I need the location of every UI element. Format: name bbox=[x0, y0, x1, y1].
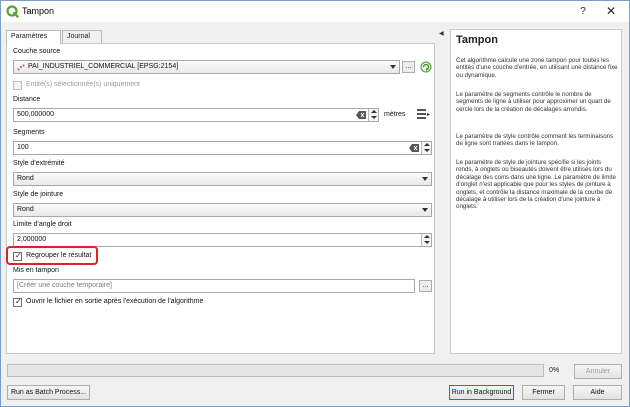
help-dialog-button[interactable]: Aide bbox=[573, 385, 622, 400]
end-cap-value: Rond bbox=[17, 175, 34, 182]
batch-process-button[interactable]: Run as Batch Process... bbox=[7, 385, 90, 400]
close-button[interactable]: Fermer bbox=[522, 385, 565, 400]
distance-value: 500,000000 bbox=[17, 111, 54, 118]
cancel-button[interactable]: Annuler bbox=[574, 364, 622, 379]
browse-output-button[interactable]: ... bbox=[419, 280, 432, 292]
distance-label: Distance bbox=[13, 96, 41, 103]
miter-limit-value: 2,000000 bbox=[17, 236, 47, 243]
join-style-combo[interactable]: Rond bbox=[13, 203, 432, 217]
qgis-logo-icon bbox=[6, 5, 19, 18]
tampon-dialog: Tampon ? ✕ Paramètres Journal ◀ Couche s… bbox=[0, 0, 630, 407]
help-button[interactable]: ? bbox=[575, 4, 591, 19]
segments-input[interactable]: 100 bbox=[13, 141, 432, 155]
distance-unit-label: mètres bbox=[384, 111, 406, 118]
segments-value: 100 bbox=[17, 144, 29, 151]
help-title: Tampon bbox=[456, 34, 498, 46]
chevron-down-icon bbox=[422, 177, 428, 181]
help-paragraph: Le paramètre de segments contrôle le nom… bbox=[456, 91, 611, 113]
data-defined-override-icon[interactable] bbox=[416, 108, 431, 121]
distance-spinner[interactable] bbox=[368, 109, 378, 121]
output-label: Mis en tampon bbox=[13, 267, 59, 274]
help-panel: Tampon Cet algorithme calcule une zone t… bbox=[450, 29, 622, 354]
parameters-panel: Couche source PAI_INDUSTRIEL_COMMERCIAL … bbox=[6, 43, 435, 354]
tab-parametres[interactable]: Paramètres bbox=[6, 30, 61, 44]
help-paragraph: Le paramètre de style de jointure spécif… bbox=[456, 159, 616, 211]
end-cap-combo[interactable]: Rond bbox=[13, 172, 432, 186]
progress-bar bbox=[7, 364, 544, 377]
progress-text: 0% bbox=[549, 367, 560, 374]
collapse-arrow-icon[interactable]: ◀ bbox=[439, 30, 444, 37]
help-paragraph: Le paramètre de style contrôle comment l… bbox=[456, 133, 614, 148]
browse-layer-button[interactable]: ... bbox=[402, 61, 415, 73]
help-paragraph: Cet algorithme calcule une zone tampon p… bbox=[456, 57, 618, 79]
open-after-checkbox[interactable]: ✓ bbox=[13, 297, 22, 307]
input-layer-label: Couche source bbox=[13, 48, 61, 55]
tab-journal[interactable]: Journal bbox=[62, 30, 102, 43]
clear-icon[interactable] bbox=[356, 111, 366, 119]
iterate-icon[interactable] bbox=[420, 61, 432, 73]
output-input[interactable]: [Créer une couche temporaire] bbox=[13, 279, 415, 293]
join-style-label: Style de jointure bbox=[13, 191, 64, 198]
input-layer-combo[interactable]: PAI_INDUSTRIEL_COMMERCIAL [EPSG:2154] bbox=[13, 60, 400, 74]
selected-only-label: Entité(s) sélectionnée(s) uniquement bbox=[26, 81, 141, 88]
join-style-value: Rond bbox=[17, 206, 34, 213]
output-placeholder: [Créer une couche temporaire] bbox=[17, 282, 112, 289]
selected-only-checkbox[interactable] bbox=[13, 81, 22, 90]
distance-input[interactable]: 500,000000 bbox=[13, 108, 379, 122]
end-cap-label: Style d'extrémité bbox=[13, 160, 65, 167]
title-bar: Tampon ? ✕ bbox=[1, 1, 629, 22]
clear-icon[interactable] bbox=[409, 144, 419, 152]
chevron-down-icon bbox=[422, 208, 428, 212]
segments-spinner[interactable] bbox=[421, 142, 431, 154]
window-title: Tampon bbox=[22, 6, 55, 16]
miter-limit-label: Limite d'angle droit bbox=[13, 221, 72, 228]
segments-label: Segments bbox=[13, 129, 45, 136]
run-in-background-button[interactable]: Run in Background bbox=[449, 385, 514, 400]
chevron-down-icon bbox=[390, 65, 396, 69]
point-layer-icon bbox=[17, 64, 25, 71]
miter-limit-spinner[interactable] bbox=[421, 234, 431, 246]
open-after-label: Ouvrir le fichier en sortie après l'exéc… bbox=[26, 298, 204, 305]
input-layer-value: PAI_INDUSTRIEL_COMMERCIAL [EPSG:2154] bbox=[28, 63, 179, 70]
miter-limit-input[interactable]: 2,000000 bbox=[13, 233, 432, 247]
close-icon[interactable]: ✕ bbox=[603, 4, 619, 19]
dissolve-highlight bbox=[6, 246, 98, 265]
